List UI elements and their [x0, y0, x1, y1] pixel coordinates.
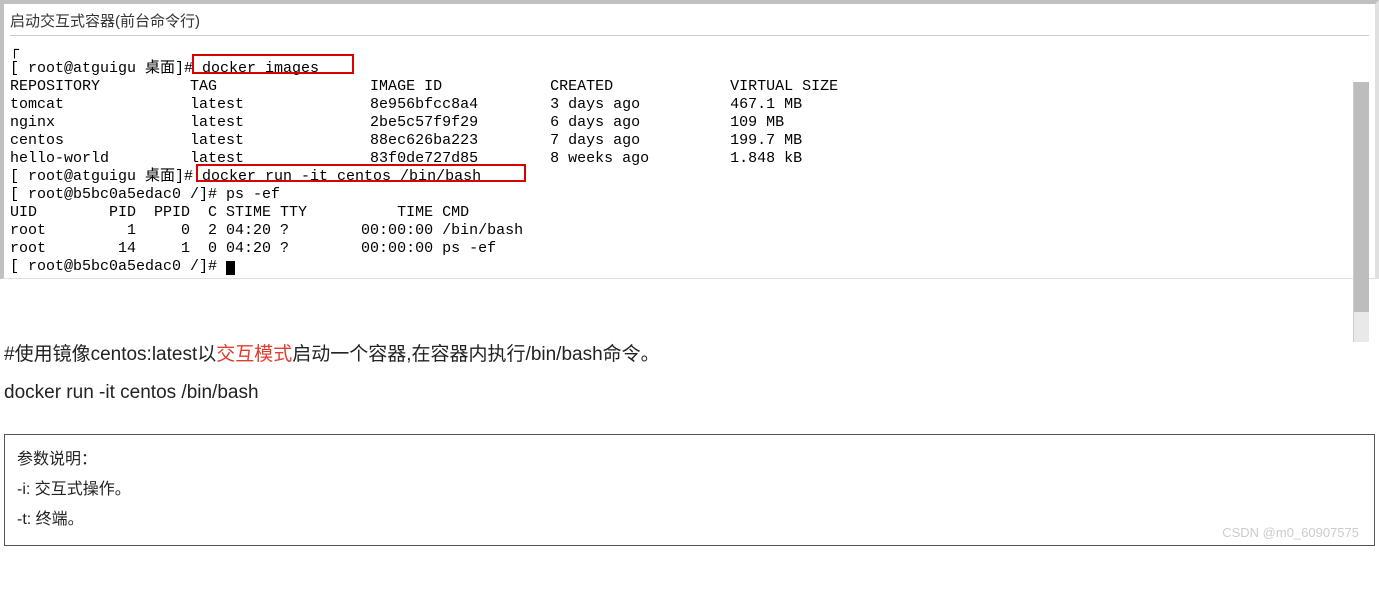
- desc-highlight: 交互模式: [216, 344, 292, 365]
- desc-post: 启动一个容器,在容器内执行/bin/bash命令。: [292, 344, 659, 365]
- param-i: -i: 交互式操作。: [17, 475, 1362, 505]
- terminal-cursor: [226, 261, 235, 275]
- terminal-output: ┌ [ root@atguigu 桌面]# docker images REPO…: [10, 42, 1369, 276]
- command-line: docker run -it centos /bin/bash: [4, 382, 1379, 404]
- scrollbar[interactable]: [1353, 82, 1369, 342]
- description-line: #使用镜像centos:latest以交互模式启动一个容器,在容器内执行/bin…: [4, 339, 1379, 366]
- section-title: 启动交互式容器(前台命令行): [10, 8, 1369, 36]
- desc-pre: #使用镜像centos:latest以: [4, 344, 216, 365]
- param-box: 参数说明： -i: 交互式操作。 -t: 终端。: [4, 434, 1375, 546]
- param-title: 参数说明：: [17, 445, 1362, 475]
- param-t: -t: 终端。: [17, 505, 1362, 535]
- terminal-area: ┌ [ root@atguigu 桌面]# docker images REPO…: [10, 42, 1369, 276]
- watermark: CSDN @m0_60907575: [1222, 525, 1359, 540]
- scrollbar-thumb[interactable]: [1354, 82, 1369, 312]
